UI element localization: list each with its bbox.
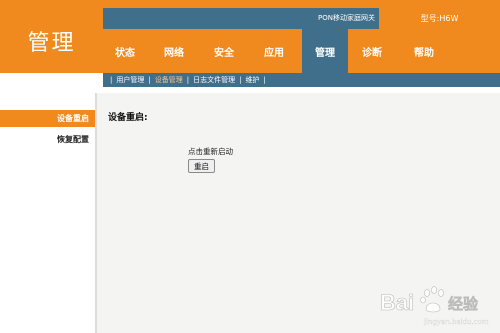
- restart-hint: 点击重新启动: [188, 147, 233, 156]
- sub-nav: | 用户管理 | 设备管理 | 日志文件管理 | 维护 |: [110, 75, 266, 85]
- model-label: 型号:H6W: [379, 8, 500, 29]
- svg-text:经验: 经验: [448, 295, 479, 313]
- svg-text:Bai: Bai: [380, 290, 414, 315]
- header-top-strip: [0, 0, 500, 8]
- sidebar: [0, 93, 95, 333]
- nav-help[interactable]: 帮助: [402, 29, 446, 73]
- device-name: PON移动家庭网关: [318, 14, 375, 22]
- subnav-maintenance[interactable]: 维护: [245, 75, 259, 85]
- page-title: 设备重启:: [108, 113, 148, 123]
- nav-security[interactable]: 安全: [202, 29, 246, 73]
- subnav-log-file-management[interactable]: 日志文件管理: [193, 75, 235, 85]
- svg-text:jingyan.baidu.com: jingyan.baidu.com: [423, 318, 489, 326]
- brand-box: 管理: [0, 8, 103, 73]
- nav-status[interactable]: 状态: [103, 29, 147, 73]
- nav-management[interactable]: 管理: [302, 29, 348, 73]
- sidebar-item-restore-config[interactable]: 恢复配置: [0, 131, 95, 148]
- nav-application[interactable]: 应用: [252, 29, 296, 73]
- nav-network[interactable]: 网络: [152, 29, 196, 73]
- subnav-user-management[interactable]: 用户管理: [116, 75, 144, 85]
- sidebar-item-device-restart[interactable]: 设备重启: [0, 110, 95, 127]
- nav-diagnostics[interactable]: 诊断: [350, 29, 394, 73]
- subnav-device-management[interactable]: 设备管理: [155, 75, 183, 85]
- brand-title: 管理: [27, 30, 76, 56]
- baidu-jingyan-watermark: Bai 经验 jingyan.baidu.com: [380, 286, 489, 326]
- restart-button[interactable]: 重启: [188, 159, 215, 173]
